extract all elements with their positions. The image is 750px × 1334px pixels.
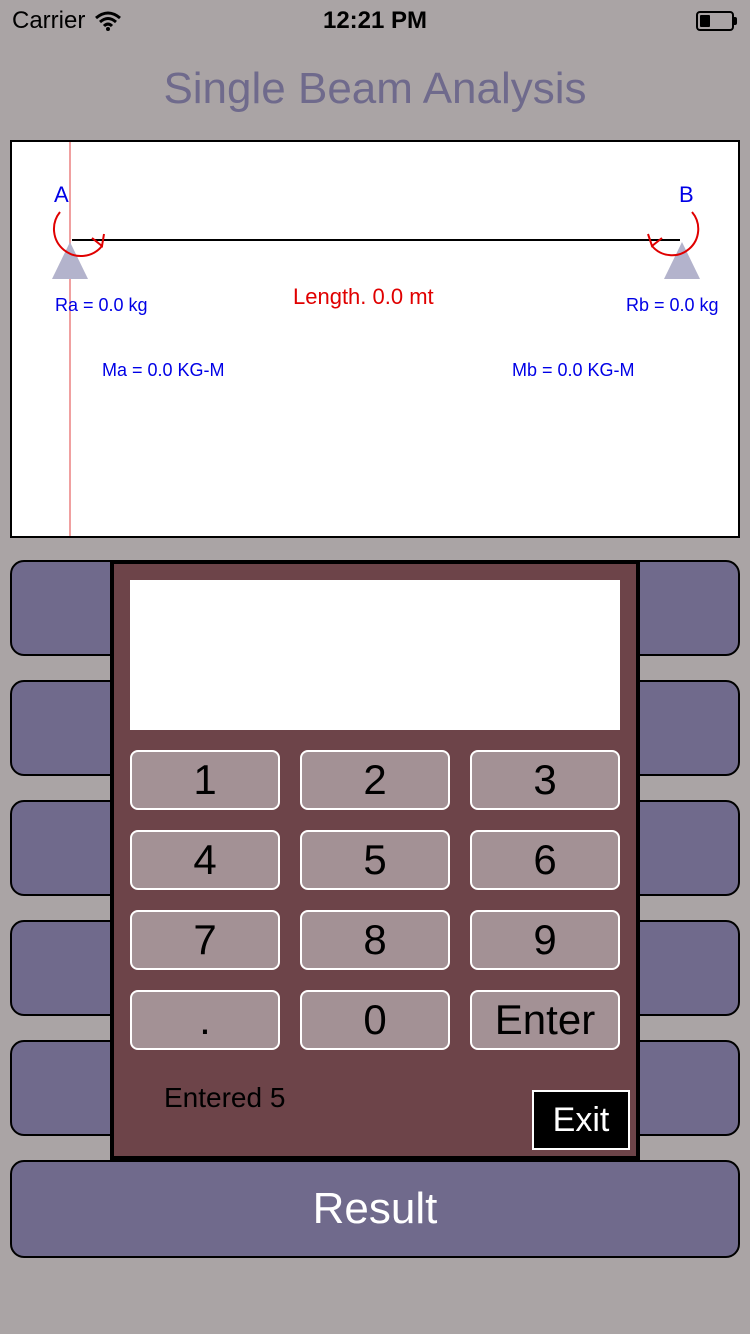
numeric-keypad: 1 2 3 4 5 6 7 8 9 . 0 Enter Entered 5 Ex… [110,560,640,1160]
key-4[interactable]: 4 [130,830,280,890]
moment-a-icon [53,211,103,257]
key-9[interactable]: 9 [470,910,620,970]
enter-button[interactable]: Enter [470,990,620,1050]
moment-b-icon [651,211,700,257]
key-6[interactable]: 6 [470,830,620,890]
entered-status: Entered 5 [164,1082,286,1113]
key-5[interactable]: 5 [300,830,450,890]
result-button[interactable]: Result [10,1160,740,1258]
page-title: Single Beam Analysis [163,64,587,113]
exit-button[interactable]: Exit [532,1090,630,1150]
key-8[interactable]: 8 [300,910,450,970]
key-0[interactable]: 0 [300,990,450,1050]
beam-drawing [52,142,700,536]
moment-b-label: Mb = 0.0 KG-M [512,360,635,380]
battery-icon [696,11,737,31]
key-2[interactable]: 2 [300,750,450,810]
length-label: Length. 0.0 mt [293,284,434,309]
keypad-display [130,580,620,730]
key-7[interactable]: 7 [130,910,280,970]
support-a-icon [52,242,88,279]
reaction-a-label: Ra = 0.0 kg [55,295,148,315]
reaction-b-label: Rb = 0.0 kg [626,295,719,315]
node-b-label: B [679,182,694,207]
clock: 12:21 PM [322,7,428,34]
support-b-icon [664,242,700,279]
moment-a-label: Ma = 0.0 KG-M [102,360,225,380]
key-1[interactable]: 1 [130,750,280,810]
key-3[interactable]: 3 [470,750,620,810]
status-bar: Carrier 12:21 PM [0,0,750,40]
node-a-label: A [54,182,69,207]
key-decimal[interactable]: . [130,990,280,1050]
beam-diagram: A B Ra = 0.0 kg Length. 0.0 mt Rb = 0.0 … [10,140,740,538]
